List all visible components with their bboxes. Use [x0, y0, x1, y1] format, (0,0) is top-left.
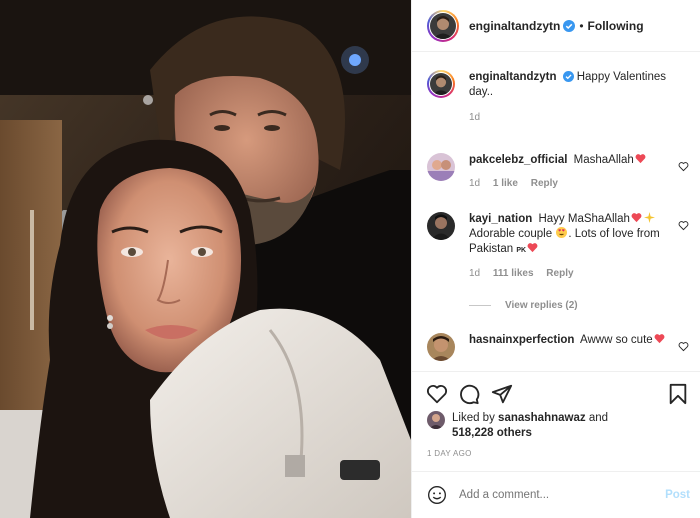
liked-by-section: Liked by sanashahnawaz and 518,228 other…: [427, 411, 687, 441]
caption-time: 1d: [469, 112, 481, 123]
comment-item: pakcelebz_official MashaAllah 1d 1 like …: [427, 153, 689, 191]
comment-text: MashaAllah: [573, 154, 634, 166]
pakistan-flag-text: PK: [516, 247, 527, 254]
emoji-smiley-icon[interactable]: [427, 485, 447, 505]
commenter-username[interactable]: kayi_nation: [469, 213, 532, 225]
commenter-avatar[interactable]: [427, 153, 455, 181]
commenter-avatar[interactable]: [427, 212, 455, 240]
action-bar: [412, 371, 700, 409]
author-username[interactable]: enginaltandzytn: [469, 19, 560, 33]
liked-by-and: and: [588, 412, 609, 424]
following-button[interactable]: Following: [588, 19, 644, 33]
caption-username[interactable]: enginaltandzytn: [469, 71, 557, 83]
comment-time: 1d: [469, 178, 481, 189]
post-timestamp: 1 DAY AGO: [427, 449, 472, 458]
heart-emoji-icon: [635, 154, 646, 164]
like-comment-heart-icon[interactable]: [678, 161, 689, 172]
verified-badge-icon: [562, 71, 574, 82]
verified-badge-icon: [563, 19, 576, 32]
comment-item: kayi_nation Hayy MaShaAllah Adorable cou…: [427, 212, 689, 281]
view-replies-button[interactable]: View replies (2): [469, 300, 578, 311]
separator-dot: •: [579, 18, 584, 33]
liker-username[interactable]: sanashahnawaz: [498, 412, 586, 424]
likes-count[interactable]: 518,228 others: [452, 427, 532, 439]
commenter-username[interactable]: pakcelebz_official: [469, 154, 567, 166]
like-comment-heart-icon[interactable]: [678, 220, 689, 231]
liked-by-prefix: Liked by: [452, 412, 495, 424]
commenter-username[interactable]: hasnainxperfection: [469, 334, 574, 346]
reply-button[interactable]: Reply: [531, 178, 558, 189]
comment-likes[interactable]: 1 like: [493, 178, 518, 189]
comment-text-part-1: Hayy MaShaAllah: [538, 213, 630, 225]
heart-emoji-icon: [527, 243, 538, 253]
post-header: enginaltandzytn • Following: [412, 0, 700, 52]
comments-panel: enginaltandzytn • Following enginaltandz…: [411, 0, 700, 518]
heart-emoji-icon: [631, 213, 642, 223]
comment-bubble-icon[interactable]: [458, 383, 480, 405]
caption: enginaltandzytn Happy Valentines day.. 1…: [427, 70, 689, 125]
comment-text: Awww so cute: [580, 334, 653, 346]
view-replies-label: View replies (2): [505, 300, 578, 311]
like-comment-heart-icon[interactable]: [678, 341, 689, 352]
commenter-avatar[interactable]: [427, 333, 455, 361]
instagram-post: enginaltandzytn • Following enginaltandz…: [0, 0, 700, 518]
selfie-couple-image: [0, 0, 411, 518]
like-heart-icon[interactable]: [426, 383, 448, 405]
caption-avatar[interactable]: [427, 70, 455, 98]
comment-text-part-2: Adorable couple: [469, 228, 553, 240]
bookmark-icon[interactable]: [668, 383, 688, 405]
add-comment-bar: Post: [412, 471, 700, 518]
comment-likes[interactable]: 111 likes: [493, 268, 534, 279]
comment-item: hasnainxperfection Awww so cute: [427, 333, 689, 361]
view-replies-divider: [469, 305, 491, 306]
sparkles-emoji-icon: [643, 212, 655, 223]
liker-avatar[interactable]: [427, 411, 445, 429]
post-comment-button[interactable]: Post: [665, 489, 690, 501]
heart-eyes-emoji-icon: [556, 227, 568, 238]
share-plane-icon[interactable]: [491, 383, 513, 405]
comments-list: enginaltandzytn Happy Valentines day.. 1…: [412, 53, 700, 371]
heart-emoji-icon: [654, 334, 665, 344]
post-photo[interactable]: [0, 0, 411, 518]
author-avatar[interactable]: [427, 9, 459, 42]
add-comment-input[interactable]: [459, 489, 659, 501]
comment-time: 1d: [469, 268, 481, 279]
reply-button[interactable]: Reply: [546, 268, 573, 279]
